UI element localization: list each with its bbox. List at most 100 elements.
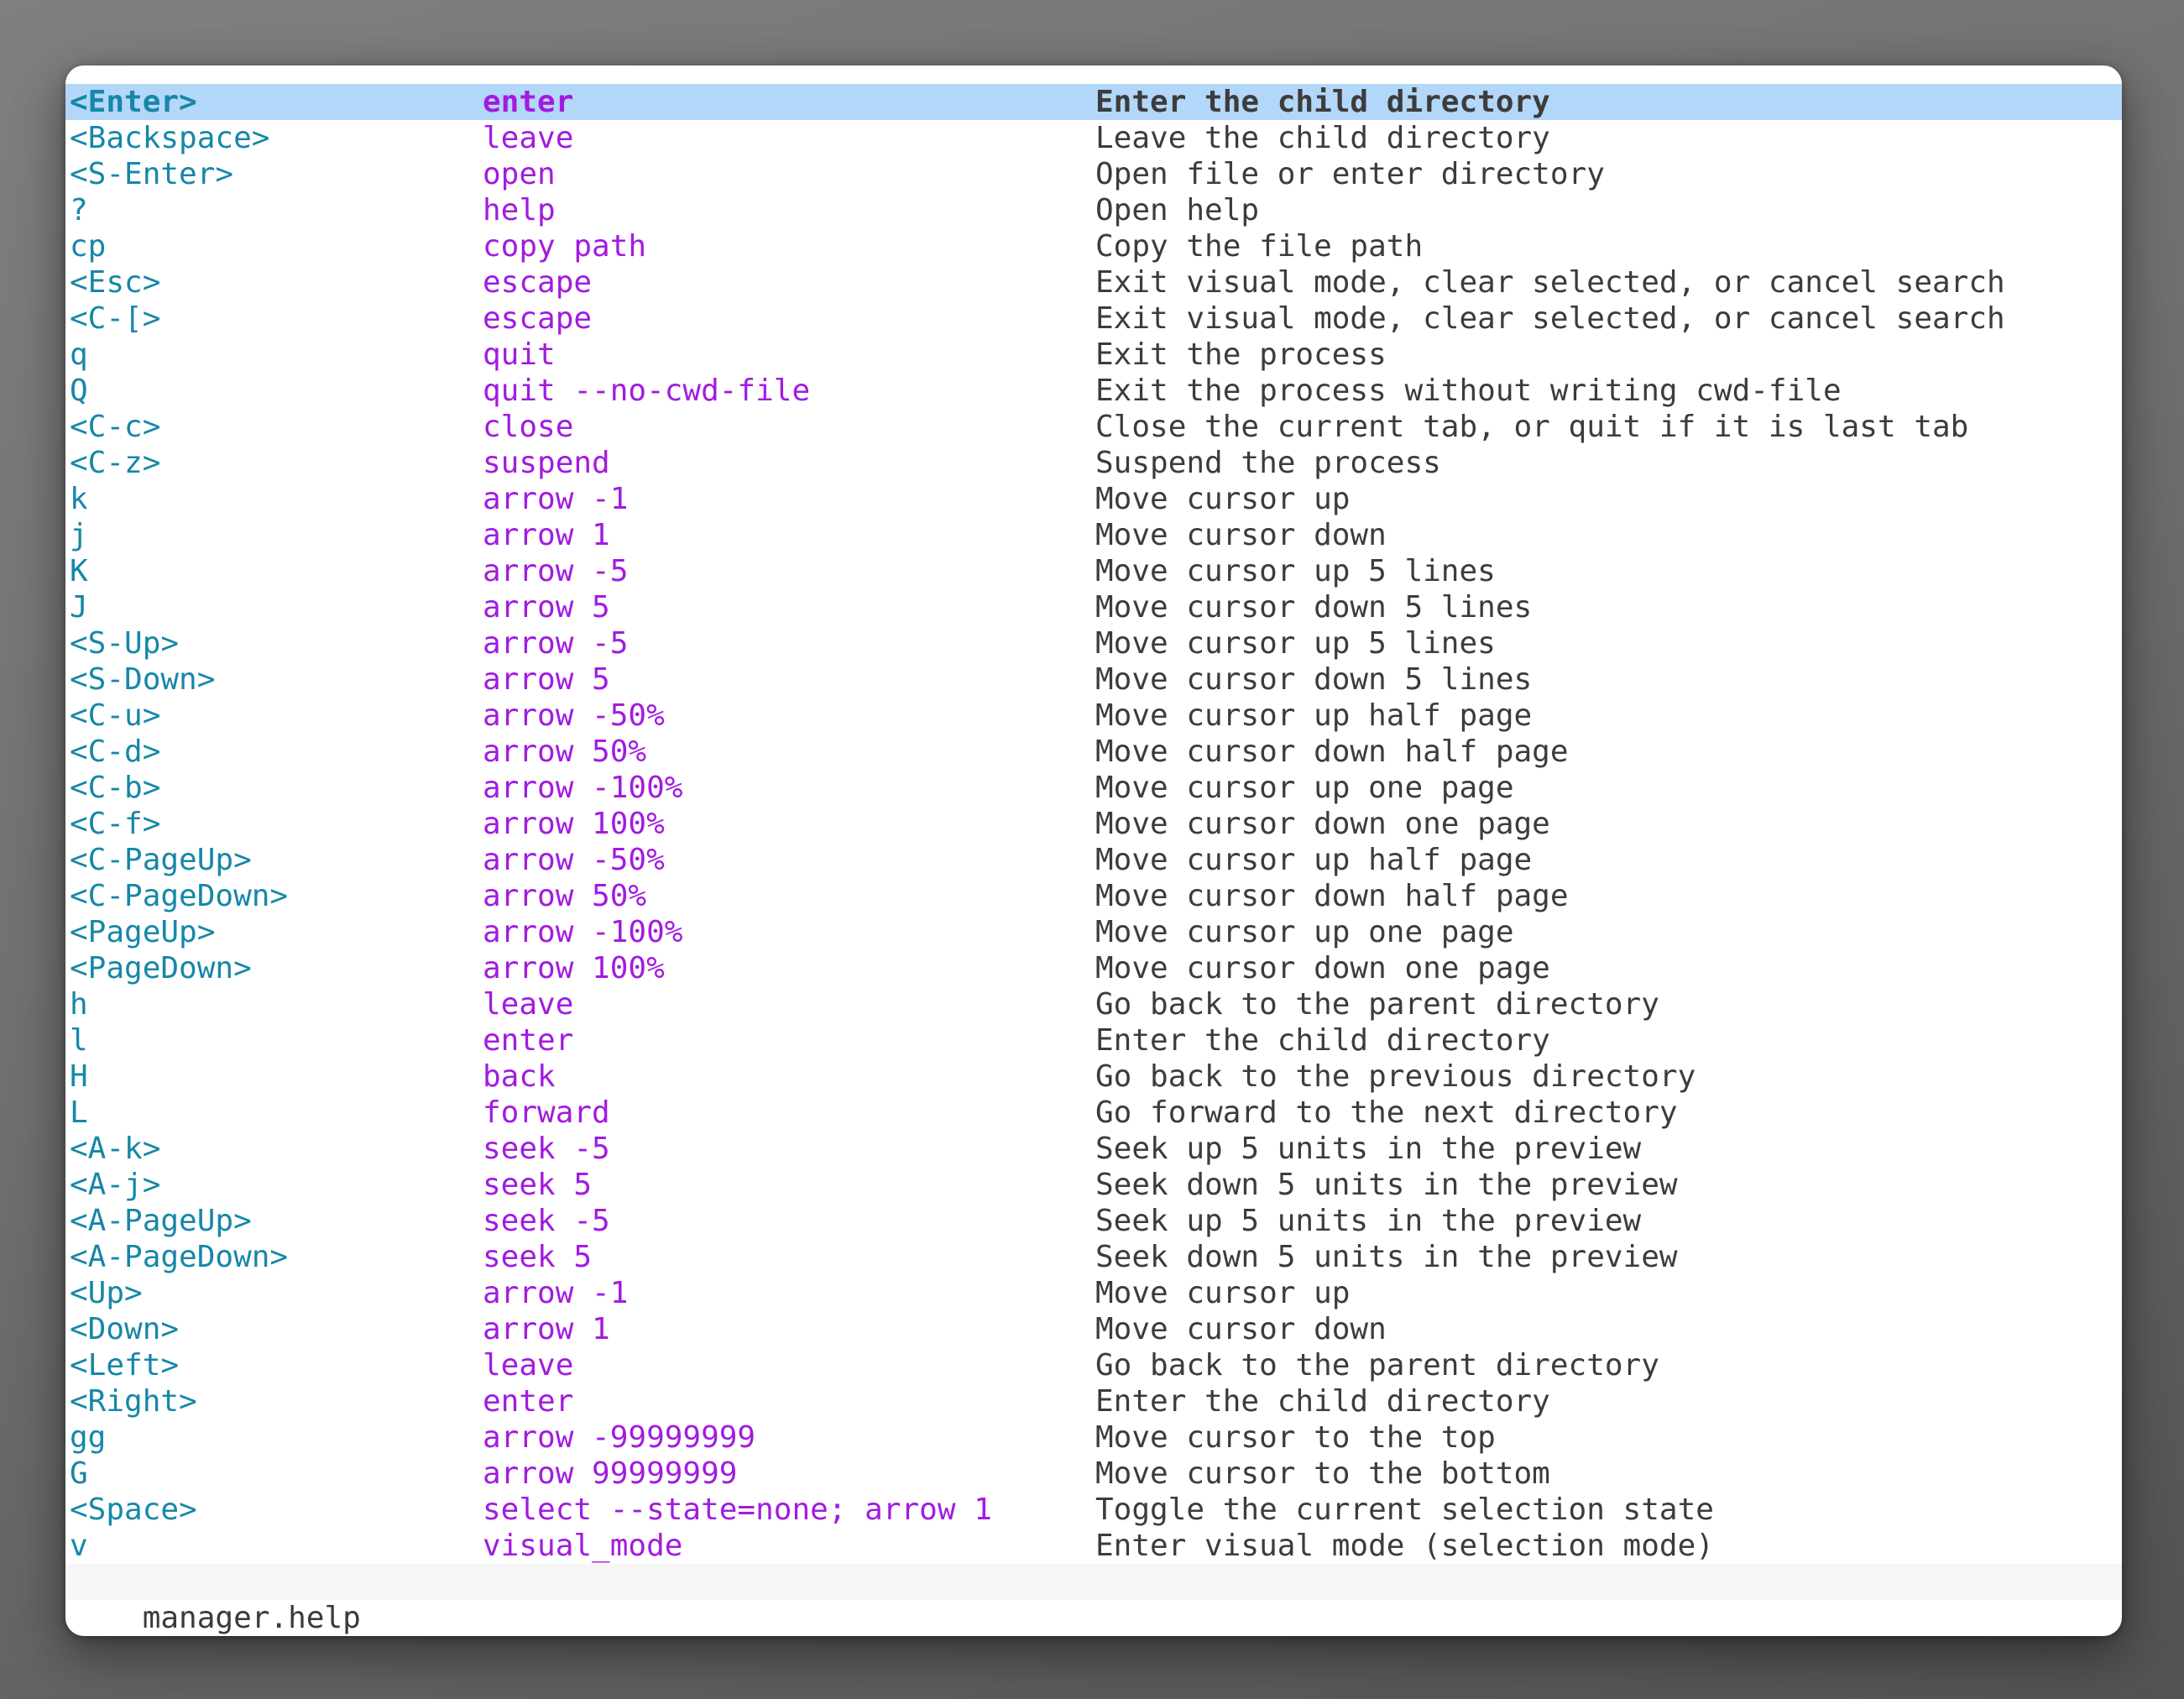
description-cell: Exit visual mode, clear selected, or can… <box>1095 264 2005 301</box>
keybinding-row[interactable]: <C-f> arrow 100% Move cursor down one pa… <box>65 806 2122 842</box>
command-cell: select --state=none; arrow 1 <box>483 1492 992 1528</box>
keybinding-row[interactable]: <Down> arrow 1 Move cursor down <box>65 1311 2122 1347</box>
keybinding-row[interactable]: <C-u> arrow -50% Move cursor up half pag… <box>65 698 2122 734</box>
key-cell: <PageDown> <box>70 950 252 986</box>
command-cell: arrow -5 <box>483 553 628 589</box>
command-cell: arrow 100% <box>483 950 665 986</box>
command-cell: close <box>483 409 573 445</box>
keybinding-row[interactable]: Q quit --no-cwd-file Exit the process wi… <box>65 373 2122 409</box>
command-cell: arrow -99999999 <box>483 1419 755 1456</box>
key-cell: <C-d> <box>70 734 160 770</box>
keybinding-row[interactable]: <Backspace> leave Leave the child direct… <box>65 120 2122 156</box>
key-cell: v <box>70 1528 88 1564</box>
keybinding-row[interactable]: l enter Enter the child directory <box>65 1022 2122 1059</box>
command-cell: arrow -1 <box>483 481 628 517</box>
key-cell: ? <box>70 192 88 228</box>
description-cell: Copy the file path <box>1095 228 1423 264</box>
keybinding-row[interactable]: j arrow 1 Move cursor down <box>65 517 2122 553</box>
key-cell: <Right> <box>70 1383 197 1419</box>
key-cell: <Space> <box>70 1492 197 1528</box>
command-cell: escape <box>483 301 592 337</box>
key-cell: <A-PageUp> <box>70 1203 252 1239</box>
description-cell: Move cursor up <box>1095 1275 1350 1311</box>
keybinding-row[interactable]: <A-k> seek -5 Seek up 5 units in the pre… <box>65 1131 2122 1167</box>
description-cell: Seek up 5 units in the preview <box>1095 1131 1641 1167</box>
keybinding-row[interactable]: <C-b> arrow -100% Move cursor up one pag… <box>65 770 2122 806</box>
keybinding-row[interactable]: <C-c> close Close the current tab, or qu… <box>65 409 2122 445</box>
command-cell: copy path <box>483 228 646 264</box>
description-cell: Move cursor down <box>1095 1311 1387 1347</box>
keybinding-row[interactable]: <Space> select --state=none; arrow 1 Tog… <box>65 1492 2122 1528</box>
description-cell: Move cursor up half page <box>1095 698 1532 734</box>
description-cell: Move cursor up half page <box>1095 842 1532 878</box>
keybinding-row[interactable]: <C-PageDown> arrow 50% Move cursor down … <box>65 878 2122 914</box>
status-bar: manager.help <box>65 1564 2122 1600</box>
description-cell: Exit the process <box>1095 337 1387 373</box>
key-cell: K <box>70 553 88 589</box>
command-cell: arrow -50% <box>483 698 665 734</box>
description-cell: Move cursor up <box>1095 481 1350 517</box>
key-cell: <C-PageUp> <box>70 842 252 878</box>
description-cell: Move cursor down half page <box>1095 734 1569 770</box>
command-cell: arrow 100% <box>483 806 665 842</box>
keybinding-row[interactable]: <C-[> escape Exit visual mode, clear sel… <box>65 301 2122 337</box>
keybinding-row[interactable]: ? help Open help <box>65 192 2122 228</box>
keybinding-row[interactable]: <Up> arrow -1 Move cursor up <box>65 1275 2122 1311</box>
keybinding-row[interactable]: G arrow 99999999 Move cursor to the bott… <box>65 1456 2122 1492</box>
description-cell: Move cursor down 5 lines <box>1095 661 1532 698</box>
key-cell: <C-f> <box>70 806 160 842</box>
key-cell: <Backspace> <box>70 120 269 156</box>
description-cell: Move cursor down one page <box>1095 950 1550 986</box>
command-cell: suspend <box>483 445 610 481</box>
key-cell: <C-b> <box>70 770 160 806</box>
keybinding-row[interactable]: L forward Go forward to the next directo… <box>65 1095 2122 1131</box>
keybinding-row[interactable]: h leave Go back to the parent directory <box>65 986 2122 1022</box>
key-cell: j <box>70 517 88 553</box>
command-cell: arrow -1 <box>483 1275 628 1311</box>
keybinding-row[interactable]: q quit Exit the process <box>65 337 2122 373</box>
key-cell: <Left> <box>70 1347 179 1383</box>
keybinding-row[interactable]: K arrow -5 Move cursor up 5 lines <box>65 553 2122 589</box>
keybinding-row[interactable]: <PageUp> arrow -100% Move cursor up one … <box>65 914 2122 950</box>
key-cell: <C-z> <box>70 445 160 481</box>
key-cell: <C-c> <box>70 409 160 445</box>
description-cell: Exit the process without writing cwd-fil… <box>1095 373 1842 409</box>
keybinding-row[interactable]: <Right> enter Enter the child directory <box>65 1383 2122 1419</box>
command-cell: quit --no-cwd-file <box>483 373 810 409</box>
keybinding-row[interactable]: <Enter> enter Enter the child directory <box>65 84 2122 120</box>
keybinding-list: <Enter> enter Enter the child directory … <box>65 84 2122 1564</box>
keybinding-row[interactable]: cp copy path Copy the file path <box>65 228 2122 264</box>
keybinding-row[interactable]: J arrow 5 Move cursor down 5 lines <box>65 589 2122 625</box>
keybinding-row[interactable]: <A-PageDown> seek 5 Seek down 5 units in… <box>65 1239 2122 1275</box>
key-cell: l <box>70 1022 88 1059</box>
keybinding-row[interactable]: <S-Down> arrow 5 Move cursor down 5 line… <box>65 661 2122 698</box>
keybinding-row[interactable]: <A-j> seek 5 Seek down 5 units in the pr… <box>65 1167 2122 1203</box>
keybinding-row[interactable]: <PageDown> arrow 100% Move cursor down o… <box>65 950 2122 986</box>
keybinding-row[interactable]: v visual_mode Enter visual mode (selecti… <box>65 1528 2122 1564</box>
key-cell: k <box>70 481 88 517</box>
keybinding-row[interactable]: k arrow -1 Move cursor up <box>65 481 2122 517</box>
keybinding-row[interactable]: <C-PageUp> arrow -50% Move cursor up hal… <box>65 842 2122 878</box>
keybinding-row[interactable]: <S-Up> arrow -5 Move cursor up 5 lines <box>65 625 2122 661</box>
command-cell: arrow 50% <box>483 734 646 770</box>
key-cell: gg <box>70 1419 106 1456</box>
key-cell: J <box>70 589 88 625</box>
description-cell: Move cursor up one page <box>1095 770 1514 806</box>
status-layer-label: manager.help <box>143 1601 361 1635</box>
keybinding-row[interactable]: <A-PageUp> seek -5 Seek up 5 units in th… <box>65 1203 2122 1239</box>
keybinding-row[interactable]: <Esc> escape Exit visual mode, clear sel… <box>65 264 2122 301</box>
description-cell: Open help <box>1095 192 1259 228</box>
keybinding-row[interactable]: <C-z> suspend Suspend the process <box>65 445 2122 481</box>
command-cell: arrow 50% <box>483 878 646 914</box>
keybinding-row[interactable]: H back Go back to the previous directory <box>65 1059 2122 1095</box>
keybinding-row[interactable]: <C-d> arrow 50% Move cursor down half pa… <box>65 734 2122 770</box>
keybinding-row[interactable]: <Left> leave Go back to the parent direc… <box>65 1347 2122 1383</box>
keybinding-row[interactable]: gg arrow -99999999 Move cursor to the to… <box>65 1419 2122 1456</box>
description-cell: Move cursor down <box>1095 517 1387 553</box>
key-cell: <S-Enter> <box>70 156 233 192</box>
command-cell: quit <box>483 337 556 373</box>
keybinding-row[interactable]: <S-Enter> open Open file or enter direct… <box>65 156 2122 192</box>
description-cell: Leave the child directory <box>1095 120 1550 156</box>
key-cell: <A-j> <box>70 1167 160 1203</box>
help-window: <Enter> enter Enter the child directory … <box>65 65 2122 1636</box>
